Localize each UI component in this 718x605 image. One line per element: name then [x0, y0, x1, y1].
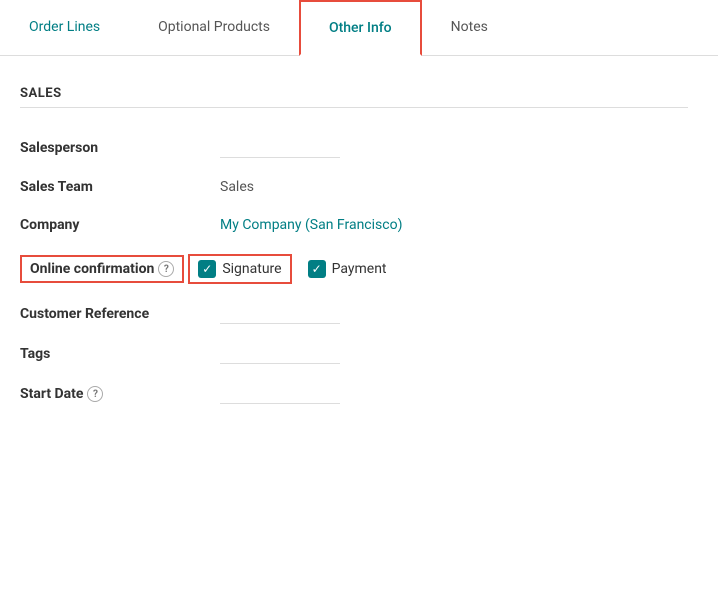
payment-checkbox[interactable]: ✓	[308, 260, 326, 278]
online-confirmation-help-icon[interactable]: ?	[158, 261, 174, 277]
label-start-date: Start Date ?	[20, 386, 220, 402]
field-online-confirmation: Online confirmation ? ✓ Signature ✓ Paym…	[20, 244, 688, 294]
payment-label: Payment	[332, 261, 387, 277]
start-date-input[interactable]	[220, 384, 340, 404]
section-title-sales: SALES	[20, 86, 688, 101]
value-company[interactable]: My Company (San Francisco)	[220, 217, 402, 233]
value-tags[interactable]	[220, 344, 340, 364]
value-salesperson[interactable]	[220, 138, 340, 158]
salesperson-input[interactable]	[220, 138, 340, 158]
value-start-date[interactable]	[220, 384, 340, 404]
label-company: Company	[20, 217, 220, 233]
field-customer-reference: Customer Reference	[20, 294, 688, 334]
tab-bar: Order Lines Optional Products Other Info…	[0, 0, 718, 56]
payment-option: ✓ Payment	[308, 260, 387, 278]
tags-input[interactable]	[220, 344, 340, 364]
label-salesperson: Salesperson	[20, 140, 220, 156]
field-start-date: Start Date ?	[20, 374, 688, 414]
section-divider	[20, 107, 688, 108]
value-customer-reference[interactable]	[220, 304, 340, 324]
value-sales-team: Sales	[220, 179, 254, 195]
signature-option-box: ✓ Signature	[188, 254, 291, 284]
customer-reference-input[interactable]	[220, 304, 340, 324]
tab-optional-products[interactable]: Optional Products	[129, 0, 299, 56]
tab-order-lines[interactable]: Order Lines	[0, 0, 129, 56]
field-sales-team: Sales Team Sales	[20, 168, 688, 206]
field-tags: Tags	[20, 334, 688, 374]
field-company: Company My Company (San Francisco)	[20, 206, 688, 244]
online-confirmation-label-box: Online confirmation ?	[20, 255, 184, 283]
content-area: SALES Salesperson Sales Team Sales Compa…	[0, 56, 718, 444]
label-tags: Tags	[20, 346, 220, 362]
start-date-help-icon[interactable]: ?	[87, 386, 103, 402]
confirmation-options: ✓ Signature ✓ Payment	[188, 254, 386, 284]
tab-other-info[interactable]: Other Info	[299, 0, 422, 56]
signature-checkbox[interactable]: ✓	[198, 260, 216, 278]
tab-notes[interactable]: Notes	[422, 0, 517, 56]
label-customer-reference: Customer Reference	[20, 306, 220, 322]
label-online-confirmation: Online confirmation	[30, 261, 154, 277]
signature-label: Signature	[222, 261, 281, 277]
label-sales-team: Sales Team	[20, 179, 220, 195]
field-salesperson: Salesperson	[20, 128, 688, 168]
